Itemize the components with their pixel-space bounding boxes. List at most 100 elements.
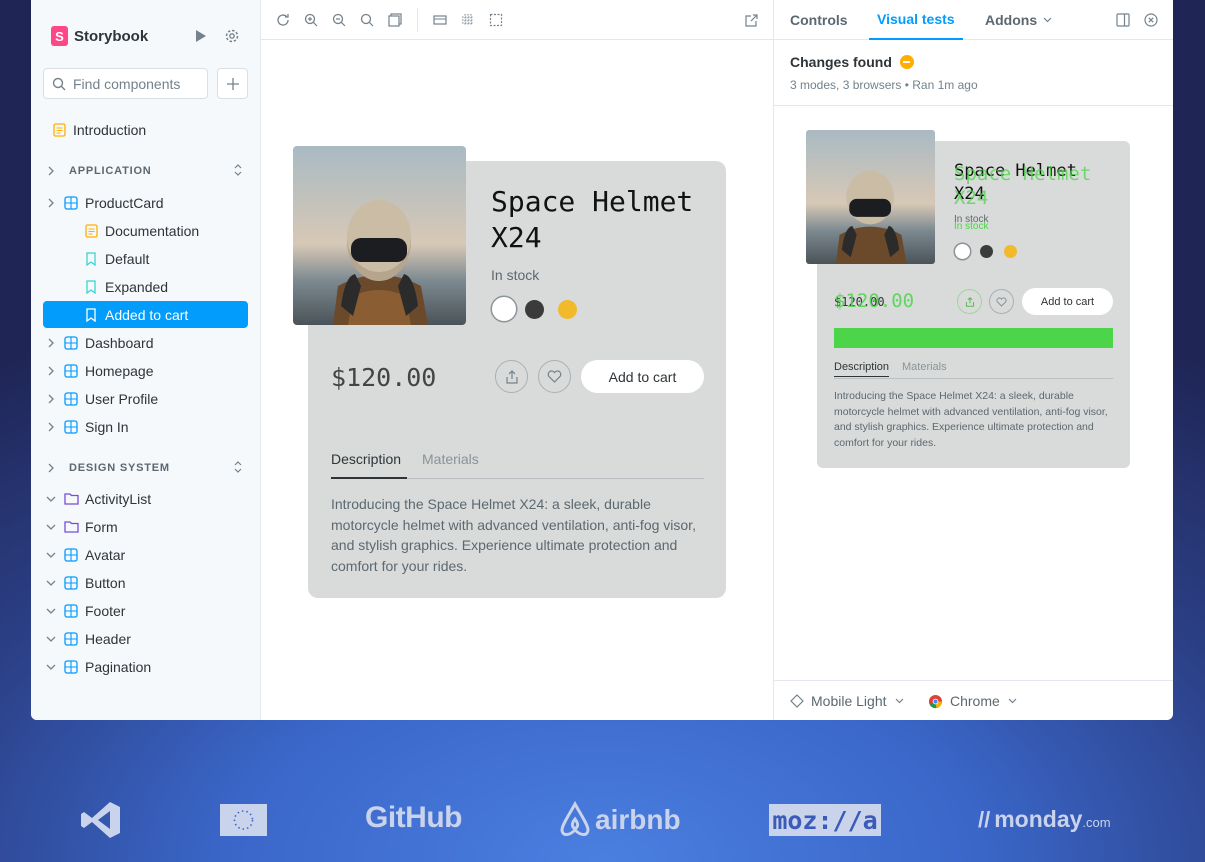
diff-stock-change: In stock (954, 221, 989, 232)
sidebar-item-dashboard[interactable]: Dashboard (43, 329, 248, 356)
toolbar-divider (417, 8, 418, 32)
diff-share-button (957, 289, 982, 314)
color-swatch-white[interactable] (492, 297, 516, 321)
share-icon (505, 369, 518, 384)
sidebar-item-label: Button (85, 574, 126, 591)
brand[interactable]: S Storybook (51, 26, 148, 46)
search-icon (52, 77, 66, 90)
sidebar-item-footer[interactable]: Footer (43, 597, 248, 624)
color-swatch-yellow[interactable] (558, 300, 577, 319)
tab-description[interactable]: Description (331, 451, 407, 479)
addon-panel: Controls Visual tests Addons Changes fou… (774, 0, 1173, 720)
diff-product-image (806, 130, 935, 264)
tab-materials[interactable]: Materials (422, 451, 479, 479)
tab-visual-tests[interactable]: Visual tests (869, 0, 963, 40)
diff-tabs: Description Materials (834, 358, 1113, 379)
sidebar-item-activitylist[interactable]: ActivityList (43, 485, 248, 512)
component-icon (63, 335, 79, 351)
chrome-icon (928, 694, 943, 708)
chevron-right-icon (43, 366, 59, 376)
section-design-system[interactable]: DESIGN SYSTEM (43, 457, 248, 479)
sidebar-item-label: Form (85, 518, 118, 535)
browser-selector[interactable]: Chrome (928, 681, 1017, 720)
canvas-toolbar (261, 0, 773, 40)
sidebar-item-form[interactable]: Form (43, 513, 248, 540)
add-to-cart-button[interactable]: Add to cart (581, 360, 704, 393)
sidebar-item-user-profile[interactable]: User Profile (43, 385, 248, 412)
sidebar-item-label: User Profile (85, 390, 159, 407)
zoom-out-icon[interactable] (329, 10, 349, 30)
outline-icon[interactable] (486, 10, 506, 30)
sidebar-item-header[interactable]: Header (43, 625, 248, 652)
sidebar-item-label: Footer (85, 602, 126, 619)
expand-collapse-icon[interactable] (234, 460, 242, 476)
zoom-reset-icon[interactable] (357, 10, 377, 30)
create-story-button[interactable] (217, 68, 248, 99)
tab-addons-label: Addons (985, 12, 1038, 28)
zoom-in-icon[interactable] (301, 10, 321, 30)
airbnb-logo: airbnb (558, 801, 681, 839)
color-swatch-dark[interactable] (525, 300, 544, 319)
chevron-down-icon (1008, 698, 1017, 704)
sidebar-item-label: ProductCard (85, 194, 164, 211)
tab-addons[interactable]: Addons (985, 0, 1052, 40)
settings-gear-icon[interactable] (222, 26, 242, 46)
chevron-down-icon (43, 635, 59, 643)
sidebar-item-label: Default (105, 250, 150, 267)
search-input[interactable] (73, 75, 203, 92)
sidebar-item-sign-in[interactable]: Sign In (43, 413, 248, 440)
sidebar-item-documentation[interactable]: Documentation (43, 217, 248, 244)
github-logo: GitHub (365, 801, 462, 834)
viewport-icon[interactable] (430, 10, 450, 30)
sidebar-item-label: Pagination (85, 658, 152, 675)
sidebar-item-homepage[interactable]: Homepage (43, 357, 248, 384)
share-button[interactable] (495, 360, 528, 393)
sidebar: S Storybook Introduction APPLICATION (31, 0, 261, 720)
expand-collapse-icon[interactable] (234, 163, 242, 179)
monday-logo: // monday .com (978, 806, 1111, 833)
sidebar-item-introduction[interactable]: Introduction (43, 116, 248, 143)
diff-highlight-bar (834, 328, 1113, 348)
product-price: $120.00 (331, 363, 437, 392)
mode-selector[interactable]: Mobile Light (790, 681, 904, 720)
product-title-line: Space Helmet (491, 185, 694, 218)
chevron-down-icon (43, 551, 59, 559)
sidebar-item-added-to-cart[interactable]: Added to cart (43, 301, 248, 328)
changes-status-icon (899, 55, 914, 69)
changes-found-heading: Changes found (790, 54, 914, 70)
sidebar-item-pagination[interactable]: Pagination (43, 653, 248, 680)
grid-icon[interactable] (458, 10, 478, 30)
component-icon (63, 419, 79, 435)
bookmark-icon (83, 279, 99, 295)
favorite-button[interactable] (538, 360, 571, 393)
document-icon (51, 122, 67, 138)
background-icon[interactable] (385, 10, 405, 30)
reload-icon[interactable] (273, 10, 293, 30)
bookmark-icon (83, 251, 99, 267)
play-icon[interactable] (191, 26, 211, 46)
preview-canvas: Space Helmet X24 In stock $120.00 Add to… (261, 0, 774, 720)
component-icon (63, 575, 79, 591)
close-icon[interactable] (1141, 10, 1161, 30)
airbnb-wordmark: airbnb (595, 804, 681, 835)
sidebar-item-button[interactable]: Button (43, 569, 248, 596)
sidebar-item-label: Introduction (73, 121, 147, 138)
tab-controls[interactable]: Controls (790, 0, 848, 40)
chevron-right-icon (43, 463, 59, 473)
sidebar-item-avatar[interactable]: Avatar (43, 541, 248, 568)
chevron-down-icon (43, 523, 59, 531)
sidebar-item-productcard[interactable]: ProductCard (43, 189, 248, 216)
section-application[interactable]: APPLICATION (43, 160, 248, 182)
panel-layout-icon[interactable] (1113, 10, 1133, 30)
sidebar-item-default[interactable]: Default (43, 245, 248, 272)
storybook-window: S Storybook Introduction APPLICATION (31, 0, 1173, 720)
diff-tab-materials: Materials (902, 361, 947, 373)
chevron-down-icon (43, 607, 59, 615)
monday-wordmark: monday (994, 806, 1083, 832)
open-new-tab-icon[interactable] (741, 10, 761, 30)
folder-icon (63, 519, 79, 535)
search-field[interactable] (43, 68, 208, 99)
sidebar-item-expanded[interactable]: Expanded (43, 273, 248, 300)
mozilla-logo: moz://a (769, 804, 881, 836)
chevron-right-icon (43, 422, 59, 432)
